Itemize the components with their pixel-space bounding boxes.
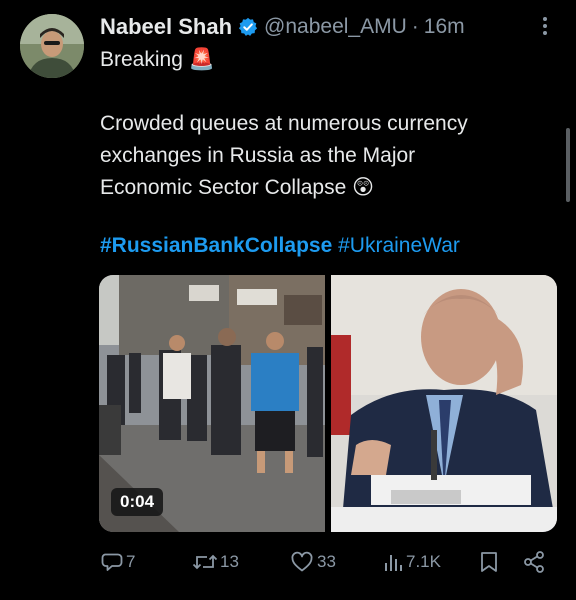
hashtag-ukrainewar[interactable]: #UkraineWar — [338, 234, 460, 257]
video-thumbnail[interactable]: 0:04 — [99, 275, 325, 532]
photo-thumbnail[interactable] — [331, 275, 557, 532]
heart-icon — [291, 551, 313, 572]
reply-count: 7 — [126, 552, 136, 571]
retweet-icon — [192, 554, 218, 570]
separator-dot: · — [411, 15, 419, 38]
hashtags: #RussianBankCollapse #UkraineWar — [100, 234, 460, 258]
reply-icon — [101, 553, 123, 571]
hashtag-russianbankcollapse[interactable]: #RussianBankCollapse — [100, 234, 332, 257]
views-count: 7.1K — [406, 552, 441, 571]
retweet-count: 13 — [220, 552, 239, 571]
author-name[interactable]: Nabeel Shah — [100, 14, 232, 40]
retweet-button[interactable]: 13 — [192, 548, 239, 576]
verified-badge-icon — [238, 17, 258, 37]
portrait-image — [331, 275, 557, 532]
text-line-2: exchanges in Russia as the Major — [100, 144, 416, 167]
more-options-icon[interactable] — [538, 14, 552, 38]
scrollbar[interactable] — [566, 128, 570, 202]
text-line-blank — [100, 76, 550, 108]
avatar-image — [20, 14, 84, 78]
share-button[interactable] — [522, 548, 546, 576]
share-icon — [524, 551, 544, 573]
timestamp[interactable]: 16m — [424, 15, 465, 39]
bookmark-button[interactable] — [478, 548, 500, 576]
tweet-header: Nabeel Shah @nabeel_AMU · 16m — [100, 12, 465, 42]
author-handle[interactable]: @nabeel_AMU — [264, 15, 407, 39]
like-button[interactable]: 33 — [290, 548, 336, 576]
bookmark-icon — [481, 552, 497, 572]
tweet-text: Breaking 🚨 Crowded queues at numerous cu… — [100, 44, 550, 204]
text-line-1: Crowded queues at numerous currency — [100, 112, 468, 135]
reply-button[interactable]: 7 — [100, 548, 135, 576]
text-line-breaking: Breaking 🚨 — [100, 48, 215, 71]
avatar[interactable] — [20, 14, 84, 78]
media-grid: 0:04 — [99, 275, 557, 532]
views-icon — [385, 555, 402, 571]
action-bar: 7 13 33 7.1K — [100, 548, 550, 576]
text-line-3: Economic Sector Collapse 😲 — [100, 176, 375, 199]
views-button[interactable]: 7.1K — [382, 548, 441, 576]
video-duration: 0:04 — [111, 488, 164, 516]
like-count: 33 — [317, 552, 336, 571]
